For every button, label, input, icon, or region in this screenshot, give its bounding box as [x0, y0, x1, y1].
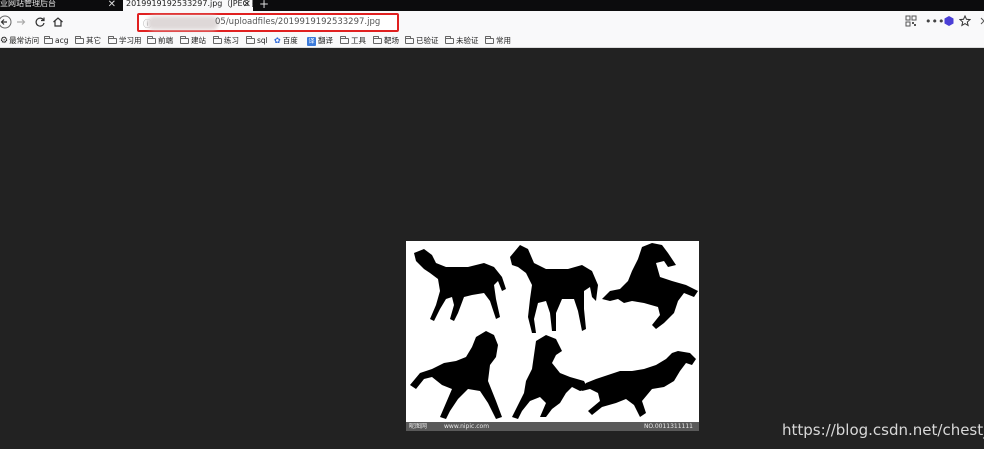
translate-icon: 译: [307, 37, 316, 46]
tab-label: 业网站管理后台: [0, 0, 56, 8]
address-bar[interactable]: ⓘ 05/uploadfiles/2019919192533297.jpg: [137, 13, 399, 32]
folder-icon: [75, 36, 84, 44]
navigation-toolbar: ⓘ 05/uploadfiles/2019919192533297.jpg ••…: [0, 11, 984, 34]
displayed-image[interactable]: 昵图网 www.nipic.com NO.0011311111: [406, 241, 699, 431]
folder-icon: [246, 36, 255, 44]
bookmark-verified[interactable]: 已验证: [405, 34, 439, 48]
gear-icon: ⚙: [0, 36, 9, 46]
redacted-host: [147, 16, 219, 30]
folder-icon: [485, 36, 494, 44]
new-tab-button[interactable]: +: [258, 0, 270, 10]
bookmark-frontend[interactable]: 前端: [147, 34, 173, 48]
folder-icon: [340, 36, 349, 44]
folder-icon: [44, 36, 53, 44]
extension-icon[interactable]: [942, 15, 956, 29]
bookmark-most-visited[interactable]: ⚙最常访问: [0, 34, 39, 48]
forward-icon[interactable]: [14, 15, 28, 29]
url-text[interactable]: 05/uploadfiles/2019919192533297.jpg: [215, 17, 380, 27]
bookmark-sql[interactable]: sql: [246, 34, 268, 48]
folder-icon: [373, 36, 382, 44]
reload-icon[interactable]: [33, 15, 47, 29]
watermark-id: NO.0011311111: [643, 423, 693, 430]
bookmark-practice[interactable]: 练习: [213, 34, 239, 48]
bookmark-study[interactable]: 学习用: [108, 34, 142, 48]
close-icon[interactable]: ✕: [108, 0, 116, 10]
bookmark-tools[interactable]: 工具: [340, 34, 366, 48]
watermark-url: www.nipic.com: [444, 423, 490, 430]
folder-icon: [147, 36, 156, 44]
tab-admin[interactable]: 业网站管理后台 ✕: [0, 0, 120, 11]
bookmark-range[interactable]: 靶场: [373, 34, 399, 48]
bookmark-unverified[interactable]: 未验证: [445, 34, 479, 48]
tab-strip: 业网站管理后台 ✕ 2019919192533297.jpg（JPEG 图 ✕ …: [0, 0, 984, 11]
home-icon[interactable]: [51, 15, 65, 29]
blog-watermark: https://blog.csdn.net/chest_: [782, 421, 984, 439]
horse-silhouettes: [410, 243, 698, 419]
close-icon[interactable]: ✕: [243, 0, 251, 10]
paw-icon: ✿: [274, 36, 281, 45]
bookmarks-toolbar: ⚙最常访问 acg 其它 学习用 前端 建站 练习 sql ✿ 百度 译翻译 工具…: [0, 34, 984, 48]
folder-icon: [445, 36, 454, 44]
folder-icon: [108, 36, 117, 44]
watermark-strip: 昵图网 www.nipic.com NO.0011311111: [406, 422, 699, 431]
watermark-logo-text: 昵图网: [409, 423, 428, 430]
bookmark-star-icon[interactable]: [958, 14, 972, 29]
bookmark-site-build[interactable]: 建站: [180, 34, 206, 48]
overflow-icon[interactable]: [976, 15, 984, 29]
more-actions-icon[interactable]: •••: [925, 15, 944, 29]
tab-label: 2019919192533297.jpg（JPEG 图: [126, 0, 253, 8]
bookmark-common[interactable]: 常用: [485, 34, 511, 48]
bookmark-acg[interactable]: acg: [44, 34, 68, 48]
bookmark-translate[interactable]: 译翻译: [307, 34, 333, 48]
qr-code-icon[interactable]: [904, 15, 918, 29]
tab-image[interactable]: 2019919192533297.jpg（JPEG 图 ✕: [123, 0, 253, 11]
bookmark-baidu[interactable]: ✿ 百度: [274, 34, 298, 48]
folder-icon: [180, 36, 189, 44]
back-icon[interactable]: [0, 15, 12, 29]
folder-icon: [405, 36, 414, 44]
bookmark-other[interactable]: 其它: [75, 34, 101, 48]
folder-icon: [213, 36, 222, 44]
